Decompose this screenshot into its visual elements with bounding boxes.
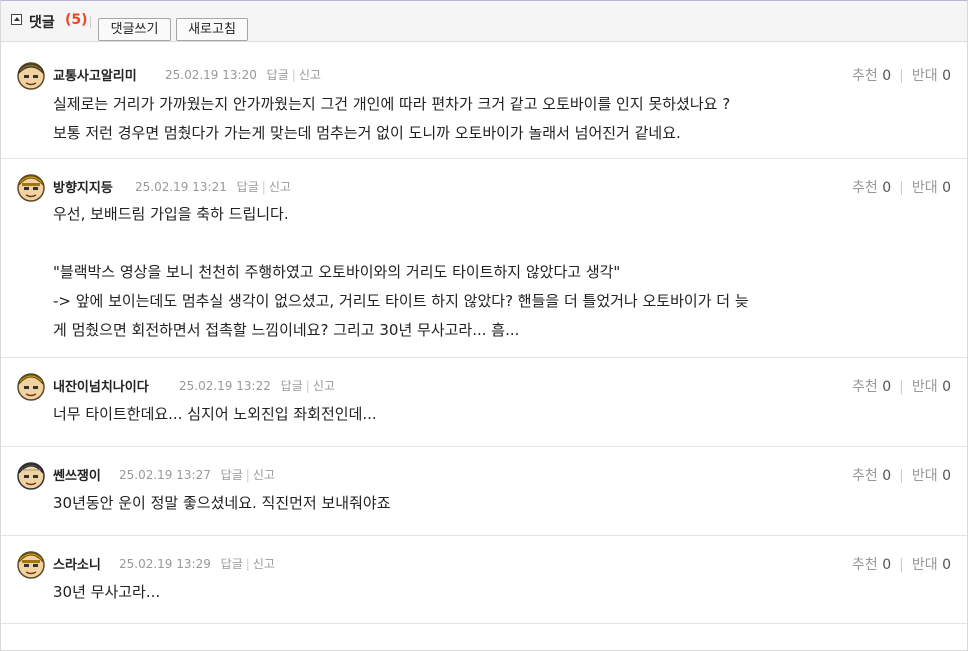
report-link[interactable]: 신고 — [313, 379, 335, 393]
recommend-button[interactable]: 추천 0 — [852, 557, 891, 573]
comment-blank-line — [53, 229, 749, 258]
oppose-count: 0 — [942, 180, 951, 196]
comment-title: 댓글 — [29, 15, 55, 31]
comment-body: 너무 타이트한데요... 심지어 노외진입 좌회전인데... — [53, 400, 377, 429]
recommend-button[interactable]: 추천 0 — [852, 379, 891, 395]
oppose-count: 0 — [942, 557, 951, 573]
comment-line: 우선, 보배드림 가입을 축하 드립니다. — [53, 205, 289, 223]
comment-item: 방향지지등 25.02.19 13:21 답글 | 신고 추천 0 | 반대 0 우선,… — [1, 159, 967, 358]
reply-link[interactable]: 답글 — [221, 468, 243, 482]
report-link[interactable]: 신고 — [269, 180, 291, 194]
oppose-button[interactable]: 반대 0 — [912, 68, 951, 84]
comment-item: 내잔이넘치나이다 25.02.19 13:22 답글 | 신고 추천 0 | 반대 0 … — [1, 358, 967, 447]
reply-link[interactable]: 답글 — [237, 180, 259, 194]
comment-line: 보통 저런 경우면 멈췄다가 가는게 맞는데 멈추는거 없이 도니까 오토바이가… — [53, 124, 681, 142]
comment-datetime: 25.02.19 13:27 — [119, 468, 211, 482]
comment-nickname[interactable]: 교통사고알리미 — [53, 65, 137, 84]
comment-nickname[interactable]: 내잔이넘치나이다 — [53, 376, 149, 395]
comment-line: 게 멈췄으면 회전하면서 접촉할 느낌이네요? 그리고 30년 무사고라... … — [53, 321, 520, 339]
recommend-count: 0 — [882, 379, 892, 395]
oppose-count: 0 — [942, 379, 951, 395]
oppose-count: 0 — [942, 68, 951, 84]
comment-header: 댓글 (5) 댓글쓰기 새로고침 — [1, 1, 967, 42]
comment-line: 30년 무사고라... — [53, 583, 161, 601]
report-link[interactable]: 신고 — [253, 468, 275, 482]
header-divider — [90, 16, 91, 28]
vote-area: 추천 0 | 반대 0 — [852, 68, 951, 84]
comment-body: 30년동안 운이 정말 좋으셨네요. 직진먼저 보내줘야죠 — [53, 489, 391, 518]
comment-item: 교통사고알리미 25.02.19 13:20 답글 | 신고 추천 0 | 반대 0 실… — [1, 47, 967, 159]
report-link[interactable]: 신고 — [253, 557, 275, 571]
oppose-button[interactable]: 반대 0 — [912, 468, 951, 484]
comment-datetime: 25.02.19 13:22 — [179, 379, 271, 393]
avatar-icon — [16, 549, 46, 579]
oppose-button[interactable]: 반대 0 — [912, 557, 951, 573]
recommend-button[interactable]: 추천 0 — [852, 68, 891, 84]
comment-meta: 25.02.19 13:22 답글 | 신고 — [179, 379, 335, 393]
comment-line: 30년동안 운이 정말 좋으셨네요. 직진먼저 보내줘야죠 — [53, 494, 391, 512]
comment-line: 실제로는 거리가 가까웠는지 안가까웠는지 그건 개인에 따라 편차가 크거 같… — [53, 95, 731, 113]
comment-body: 우선, 보배드림 가입을 축하 드립니다. "블랙박스 영상을 보니 천천히 주… — [53, 200, 749, 345]
report-link[interactable]: 신고 — [299, 68, 321, 82]
comment-count: (5) — [65, 12, 88, 28]
recommend-count: 0 — [882, 557, 892, 573]
comment-meta: 25.02.19 13:27 답글 | 신고 — [119, 468, 275, 482]
comment-datetime: 25.02.19 13:21 — [135, 180, 227, 194]
comment-meta: 25.02.19 13:20 답글 | 신고 — [165, 68, 321, 82]
comment-body: 30년 무사고라... — [53, 578, 160, 607]
vote-area: 추천 0 | 반대 0 — [852, 379, 951, 395]
write-comment-button[interactable]: 댓글쓰기 — [98, 18, 171, 41]
oppose-button[interactable]: 반대 0 — [912, 180, 951, 196]
comment-nickname[interactable]: 방향지지등 — [53, 177, 113, 196]
avatar-icon — [16, 172, 46, 202]
comment-item: 쎈쓰쟁이 25.02.19 13:27 답글 | 신고 추천 0 | 반대 0 30년동… — [1, 447, 967, 536]
recommend-count: 0 — [882, 468, 892, 484]
reply-link[interactable]: 답글 — [267, 68, 289, 82]
reply-link[interactable]: 답글 — [281, 379, 303, 393]
recommend-count: 0 — [882, 180, 892, 196]
comment-line: 너무 타이트한데요... 심지어 노외진입 좌회전인데... — [53, 405, 377, 423]
recommend-button[interactable]: 추천 0 — [852, 180, 891, 196]
comment-datetime: 25.02.19 13:20 — [165, 68, 257, 82]
collapse-toggle-icon[interactable] — [11, 14, 22, 25]
vote-area: 추천 0 | 반대 0 — [852, 468, 951, 484]
oppose-count: 0 — [942, 468, 951, 484]
reply-link[interactable]: 답글 — [221, 557, 243, 571]
oppose-button[interactable]: 반대 0 — [912, 379, 951, 395]
comment-nickname[interactable]: 스라소니 — [53, 554, 101, 573]
comment-datetime: 25.02.19 13:29 — [119, 557, 211, 571]
avatar-icon — [16, 60, 46, 90]
comment-meta: 25.02.19 13:29 답글 | 신고 — [119, 557, 275, 571]
vote-area: 추천 0 | 반대 0 — [852, 180, 951, 196]
avatar-icon — [16, 460, 46, 490]
comment-nickname[interactable]: 쎈쓰쟁이 — [53, 465, 101, 484]
avatar-icon — [16, 371, 46, 401]
comment-meta: 25.02.19 13:21 답글 | 신고 — [135, 180, 291, 194]
recommend-count: 0 — [882, 68, 892, 84]
comment-line: -> 앞에 보이는데도 멈추실 생각이 없으셨고, 거리도 타이트 하지 않았다… — [53, 292, 749, 310]
refresh-button[interactable]: 새로고침 — [176, 18, 248, 41]
comment-panel: 댓글 (5) 댓글쓰기 새로고침 교통사고알리미 25.02.19 13:20 … — [0, 0, 968, 651]
recommend-button[interactable]: 추천 0 — [852, 468, 891, 484]
comment-item: 스라소니 25.02.19 13:29 답글 | 신고 추천 0 | 반대 0 30년 … — [1, 536, 967, 624]
comment-body: 실제로는 거리가 가까웠는지 안가까웠는지 그건 개인에 따라 편차가 크거 같… — [53, 90, 730, 148]
comment-line: "블랙박스 영상을 보니 천천히 주행하였고 오토바이와의 거리도 타이트하지 … — [53, 263, 621, 281]
vote-area: 추천 0 | 반대 0 — [852, 557, 951, 573]
